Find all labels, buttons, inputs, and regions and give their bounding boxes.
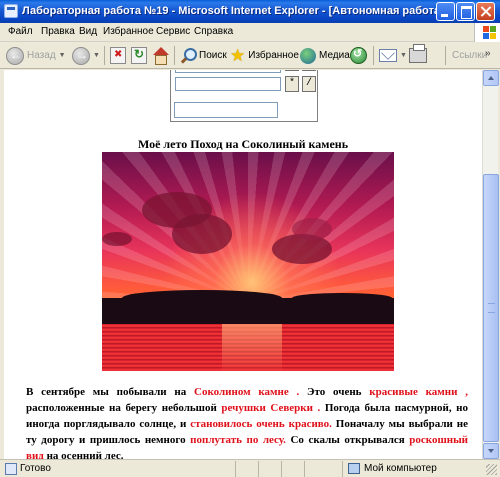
mail-icon xyxy=(379,49,397,62)
cloud xyxy=(172,214,232,254)
chevron-down-icon: ▼ xyxy=(400,52,407,59)
page-content: * / Моё лето Поход на Соколиный камень В… xyxy=(4,70,482,459)
forward-arrow-icon xyxy=(72,46,90,65)
search-label: Поиск xyxy=(199,50,227,61)
mountains xyxy=(102,290,394,326)
history-icon xyxy=(350,47,367,64)
media-button[interactable]: Медиа xyxy=(300,45,350,66)
divide-key[interactable]: / xyxy=(302,76,316,92)
menu-favorites[interactable]: Избранное xyxy=(103,26,154,37)
maximize-button[interactable] xyxy=(456,2,475,21)
minimize-button[interactable] xyxy=(436,2,455,21)
print-button[interactable] xyxy=(409,44,427,66)
toolbar-separator xyxy=(445,46,446,65)
toolbar-separator xyxy=(104,46,105,65)
home-icon xyxy=(152,47,169,65)
highlighted-phrase: речушки Северки . xyxy=(221,402,321,414)
multiply-key[interactable]: * xyxy=(285,76,299,92)
stop-button[interactable] xyxy=(110,45,126,66)
status-text: Готово xyxy=(20,463,51,474)
cloud xyxy=(292,218,332,240)
mail-button[interactable]: ▼ xyxy=(379,45,407,66)
resize-grip-icon[interactable] xyxy=(486,464,497,475)
windows-logo-icon xyxy=(474,23,500,42)
toolbar-separator xyxy=(373,46,374,65)
menu-bar: Файл Правка Вид Избранное Сервис Справка xyxy=(0,23,500,42)
calculator-operand-field[interactable] xyxy=(175,77,281,91)
page-done-icon xyxy=(5,463,17,475)
highlighted-phrase: поплутать по лесу. xyxy=(190,434,286,446)
paragraph-text: Это очень xyxy=(299,386,370,398)
sun-reflection xyxy=(222,324,282,371)
refresh-icon xyxy=(131,47,147,64)
title-bar: Лабораторная работа №19 - Microsoft Inte… xyxy=(0,0,500,23)
highlighted-phrase: становилось очень красиво. xyxy=(190,418,332,430)
status-pane-divider xyxy=(342,461,343,477)
status-pane-divider xyxy=(281,461,282,477)
ie-page-icon xyxy=(4,4,18,18)
page-title: Моё лето Поход на Соколиный камень xyxy=(137,137,349,151)
article-paragraph: В сентябре мы побывали на Соколином камн… xyxy=(26,384,468,459)
chevron-down-icon: ▼ xyxy=(93,52,100,59)
toolbar: Назад ▼ ▼ Поиск ★ Избранное Медиа ▼ Ссыл… xyxy=(0,42,500,69)
menu-tools[interactable]: Сервис xyxy=(156,26,190,37)
close-button[interactable] xyxy=(476,2,495,21)
calculator-input-field[interactable] xyxy=(175,70,281,73)
home-button[interactable] xyxy=(152,45,169,66)
printer-icon xyxy=(409,44,427,63)
security-zone: Мой компьютер xyxy=(364,463,437,474)
stop-icon xyxy=(110,47,126,64)
highlighted-phrase: Соколином камне . xyxy=(194,386,300,398)
my-computer-icon xyxy=(348,463,360,474)
star-icon: ★ xyxy=(230,46,246,65)
paragraph-text: Со скалы открывался xyxy=(285,434,410,446)
back-arrow-icon xyxy=(6,46,24,65)
menu-help[interactable]: Справка xyxy=(194,26,233,37)
chevron-down-icon: ▼ xyxy=(58,52,66,59)
media-label: Медиа xyxy=(319,50,350,61)
favorites-button[interactable]: ★ Избранное xyxy=(230,45,299,66)
highlighted-phrase: красивые камни , xyxy=(369,386,468,398)
scroll-thumb[interactable] xyxy=(483,174,499,442)
chevron-right-icon[interactable]: » xyxy=(485,48,491,59)
vertical-scrollbar[interactable] xyxy=(482,70,499,459)
status-pane-divider xyxy=(258,461,259,477)
sunset-photo xyxy=(102,152,394,371)
paragraph-text: В сентябре мы побывали на xyxy=(26,386,194,398)
status-pane-divider xyxy=(235,461,236,477)
back-button[interactable]: Назад ▼ xyxy=(6,45,66,66)
forward-button[interactable]: ▼ xyxy=(72,45,100,66)
links-label[interactable]: Ссылки xyxy=(452,50,487,61)
favorites-label: Избранное xyxy=(248,50,299,61)
search-button[interactable]: Поиск xyxy=(180,45,227,66)
menu-file[interactable]: Файл xyxy=(8,26,33,37)
media-icon xyxy=(300,47,316,64)
menu-edit[interactable]: Правка xyxy=(41,26,75,37)
calculator-key[interactable] xyxy=(302,70,316,71)
window-title: Лабораторная работа №19 - Microsoft Inte… xyxy=(22,5,444,17)
cloud xyxy=(102,232,132,246)
calculator-key[interactable] xyxy=(285,70,299,71)
menu-view[interactable]: Вид xyxy=(79,26,97,37)
scroll-up-button[interactable] xyxy=(483,70,499,86)
scroll-down-button[interactable] xyxy=(483,443,499,459)
refresh-button[interactable] xyxy=(131,45,147,66)
search-icon xyxy=(180,47,197,64)
history-button[interactable] xyxy=(350,45,367,66)
calculator-result-field[interactable] xyxy=(174,102,278,118)
toolbar-separator xyxy=(174,46,175,65)
paragraph-text: на осенний лес. xyxy=(43,450,124,459)
paragraph-text: расположенные на берегу небольшой xyxy=(26,402,222,414)
status-pane-divider xyxy=(304,461,305,477)
status-bar: Готово Мой компьютер xyxy=(0,459,500,477)
back-label: Назад xyxy=(27,50,56,61)
